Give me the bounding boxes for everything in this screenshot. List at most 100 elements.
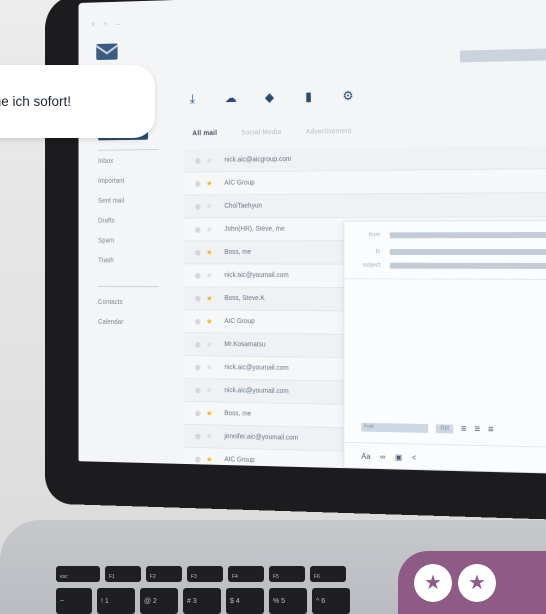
compose-panel: from to subject Font 11pt ≡ ≡ ≡ Aa ∞ ▣ <	[343, 219, 546, 474]
keyboard-key[interactable]: $ 4	[226, 588, 264, 614]
from-row: from	[344, 232, 546, 238]
keyboard-key[interactable]: F3	[187, 566, 223, 582]
keyboard-key[interactable]: % 5	[269, 588, 307, 614]
align-left-icon[interactable]: ≡	[461, 424, 467, 435]
font-select[interactable]: Font	[361, 422, 429, 433]
star-icon[interactable]: ★	[206, 317, 215, 326]
message-sender: ChoiTaehyun	[224, 202, 262, 210]
keyboard-key[interactable]: F1	[105, 566, 141, 582]
keyboard-key[interactable]: F6	[310, 566, 346, 582]
share-icon[interactable]: <	[412, 453, 416, 462]
select-checkbox[interactable]	[195, 180, 201, 187]
keyboard-key[interactable]: # 3	[183, 588, 221, 614]
tab-social-media[interactable]: Social Media	[241, 129, 281, 136]
message-sender: nick.aic@youmail.com	[224, 387, 289, 396]
subject-field[interactable]	[389, 262, 546, 269]
star-icon[interactable]: ★	[206, 386, 215, 395]
font-size-select[interactable]: 11pt	[435, 424, 454, 434]
message-sender: Mr.Kosamatsu	[224, 341, 266, 349]
toolbar: ⤓ ☁ ◆ ▮ ⚙	[186, 88, 355, 106]
star-icon[interactable]: ★	[206, 225, 215, 234]
select-checkbox[interactable]	[195, 433, 201, 440]
star-icon[interactable]: ★	[206, 409, 215, 418]
keyboard-key[interactable]: @ 2	[140, 588, 178, 614]
sidebar-item-calendar[interactable]: Calendar	[98, 318, 123, 338]
sidebar-item-inbox[interactable]: Inbox	[98, 157, 124, 177]
select-checkbox[interactable]	[195, 341, 201, 348]
star-icon[interactable]: ★	[206, 432, 215, 441]
star-icon[interactable]: ★	[206, 271, 215, 280]
message-sender: nick.aic@youmail.com	[224, 272, 289, 280]
keyboard-key[interactable]: ~	[56, 588, 92, 614]
select-checkbox[interactable]	[195, 364, 201, 371]
select-checkbox[interactable]	[195, 203, 201, 210]
sidebar-item-important[interactable]: Important	[98, 177, 124, 197]
message-row[interactable]: ★ AIC Group	[184, 168, 546, 196]
select-checkbox[interactable]	[195, 249, 201, 256]
sidebar-item-spam[interactable]: Spam	[98, 237, 124, 257]
sidebar-item-contacts[interactable]: Contacts	[98, 298, 123, 318]
select-checkbox[interactable]	[195, 157, 201, 164]
keyboard-key[interactable]: F4	[228, 566, 264, 582]
select-checkbox[interactable]	[195, 226, 201, 233]
message-sender: Boss, me	[224, 249, 252, 256]
tab-advertisement[interactable]: Advertisement	[306, 128, 352, 135]
from-field[interactable]	[389, 232, 546, 239]
compose-divider	[344, 441, 546, 449]
keyboard-row-function: esc F1 F2 F3 F4 F5 F6	[56, 566, 346, 582]
link-icon[interactable]: ∞	[380, 452, 385, 461]
select-checkbox[interactable]	[195, 387, 201, 394]
trash-icon[interactable]: ▮	[302, 89, 315, 104]
rating-badge: ★ ★	[398, 551, 546, 614]
star-icon[interactable]: ★	[206, 202, 215, 211]
tag-icon[interactable]: ◆	[263, 90, 276, 105]
star-icon[interactable]: ★	[458, 563, 496, 602]
star-icon[interactable]: ★	[414, 563, 452, 602]
sidebar-item-drafts[interactable]: Drafts	[98, 217, 124, 237]
select-checkbox[interactable]	[195, 272, 201, 279]
message-row[interactable]: ★ ChoiTaehyun	[184, 192, 546, 219]
download-icon[interactable]: ⤓	[186, 91, 199, 106]
select-checkbox[interactable]	[195, 318, 201, 325]
star-icon[interactable]: ★	[206, 455, 215, 464]
compose-divider	[344, 278, 546, 281]
select-checkbox[interactable]	[195, 295, 201, 302]
sidebar-item-trash[interactable]: Trash	[98, 257, 124, 277]
star-icon[interactable]: ★	[206, 340, 215, 349]
star-icon[interactable]: ★	[206, 156, 215, 165]
message-sender: nick.aic@youmail.com	[224, 364, 289, 372]
settings-icon[interactable]: ⚙	[341, 88, 354, 103]
sidebar-nav: Inbox Important Sent mail Drafts Spam Tr…	[98, 157, 124, 276]
from-label: from	[368, 232, 381, 239]
keyboard-key[interactable]: F5	[269, 566, 305, 582]
star-icon[interactable]: ★	[206, 179, 215, 188]
image-icon[interactable]: ▣	[395, 453, 402, 462]
select-checkbox[interactable]	[195, 410, 201, 417]
message-sender: AIC Group	[224, 318, 255, 326]
compose-tools: Aa ∞ ▣ <	[361, 452, 416, 462]
select-checkbox[interactable]	[195, 456, 201, 462]
to-field[interactable]	[389, 249, 546, 255]
search-bar[interactable]	[459, 47, 546, 63]
keyboard-row-number: ~! 1 @ 2 # 3 $ 4% 5 ^ 6	[56, 588, 350, 614]
keyboard-key[interactable]: esc	[56, 566, 100, 582]
message-sender: jennifer.aic@youmail.com	[224, 433, 299, 442]
star-icon[interactable]: ★	[206, 248, 215, 257]
message-sender: AIC Group	[224, 456, 255, 464]
sidebar-divider	[98, 149, 159, 151]
keyboard-key[interactable]: F2	[146, 566, 182, 582]
align-center-icon[interactable]: ≡	[474, 424, 480, 435]
tab-all-mail[interactable]: All mail	[192, 130, 217, 137]
message-row[interactable]: ★ nick.aic@aicgroup.com	[184, 144, 546, 173]
window-controls[interactable]: × + –	[91, 19, 123, 29]
page-root: { "bubble": { "text": "me ich sofort!" }…	[0, 0, 546, 614]
sidebar-item-sent-mail[interactable]: Sent mail	[98, 197, 124, 217]
star-icon[interactable]: ★	[206, 294, 215, 303]
subject-label: subject	[362, 262, 381, 269]
star-icon[interactable]: ★	[206, 363, 215, 372]
align-right-icon[interactable]: ≡	[488, 424, 494, 435]
keyboard-key[interactable]: ^ 6	[312, 588, 350, 614]
cloud-icon[interactable]: ☁	[224, 90, 237, 105]
text-format-icon[interactable]: Aa	[361, 452, 370, 461]
keyboard-key[interactable]: ! 1	[97, 588, 135, 614]
